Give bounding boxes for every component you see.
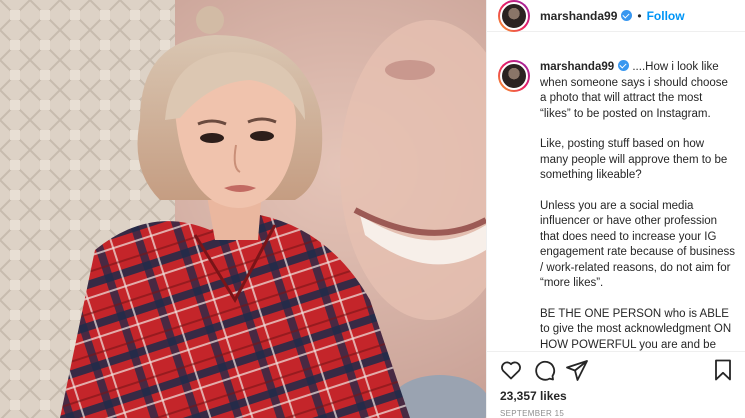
caption-avatar[interactable]	[498, 60, 530, 92]
heart-icon[interactable]	[499, 358, 523, 382]
paper-plane-icon[interactable]	[565, 358, 589, 382]
post-photo[interactable]	[0, 0, 486, 418]
likes-count[interactable]: 23,357 likes	[500, 389, 567, 403]
follow-button[interactable]: Follow	[647, 9, 685, 23]
comment-icon[interactable]	[532, 358, 556, 382]
separator-dot: •	[637, 8, 642, 23]
avatar[interactable]	[498, 0, 530, 32]
instagram-post: marshanda99 • Follow marshanda99 ....How…	[0, 0, 745, 418]
portrait-illustration	[0, 0, 486, 418]
post-side-panel: marshanda99 • Follow marshanda99 ....How…	[486, 0, 745, 418]
verified-badge-icon	[618, 60, 630, 71]
caption-paragraph-2: Like, posting stuff based on how many pe…	[540, 138, 728, 181]
caption-paragraph-3: Unless you are a social media influencer…	[540, 199, 735, 290]
post-date[interactable]: SEPTEMBER 15	[500, 409, 564, 418]
post-header: marshanda99 • Follow	[487, 0, 745, 32]
caption-paragraph-4: BE THE ONE PERSON who is ABLE to give th…	[540, 307, 732, 351]
username-link[interactable]: marshanda99	[540, 9, 617, 23]
caption-text: marshanda99 ....How i look like when som…	[540, 60, 735, 351]
caption-comment: marshanda99 ....How i look like when som…	[498, 60, 735, 351]
caption-scroll-area[interactable]: marshanda99 ....How i look like when som…	[487, 48, 745, 352]
caption-username-link[interactable]: marshanda99	[540, 61, 614, 73]
verified-badge-icon	[621, 10, 633, 21]
action-bar	[487, 352, 745, 388]
caption-paragraph-1: marshanda99 ....How i look like when som…	[540, 60, 728, 120]
bookmark-icon[interactable]	[711, 358, 735, 382]
